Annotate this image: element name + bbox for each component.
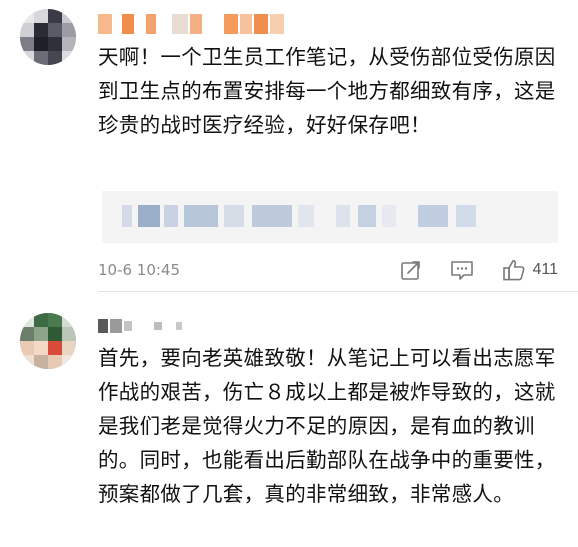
reply-button[interactable] <box>450 259 474 281</box>
thumbs-up-icon <box>503 260 525 281</box>
comment-text: 天啊！一个卫生员工作笔记，从受伤部位受伤原因到卫生点的布置安排每一个地方都细致有… <box>98 45 556 137</box>
comment-item: 天啊！一个卫生员工作笔记，从受伤部位受伤原因到卫生点的布置安排每一个地方都细致有… <box>0 0 578 292</box>
comment-item: 首先，要向老英雄致敬！从笔记上可以看出志愿军作战的艰苦，伤亡８成以上都是被炸导致… <box>0 292 578 547</box>
share-button[interactable] <box>400 259 422 281</box>
avatar[interactable] <box>20 9 76 65</box>
comment-text: 首先，要向老英雄致敬！从笔记上可以看出志愿军作战的艰苦，伤亡８成以上都是被炸导致… <box>98 346 556 506</box>
username-pixelated[interactable] <box>98 312 182 340</box>
comment-icon <box>451 261 474 280</box>
like-count: 411 <box>532 261 558 278</box>
username-pixelated[interactable] <box>98 10 284 38</box>
avatar[interactable] <box>20 313 76 369</box>
comment-meta: 10-6 10:45 <box>98 258 180 282</box>
like-button[interactable]: 411 <box>502 258 558 282</box>
share-icon <box>401 261 421 280</box>
timestamp: 10-6 10:45 <box>98 261 181 279</box>
comment-actions: 411 <box>400 256 558 284</box>
quoted-reply-pixelated[interactable] <box>102 191 558 243</box>
